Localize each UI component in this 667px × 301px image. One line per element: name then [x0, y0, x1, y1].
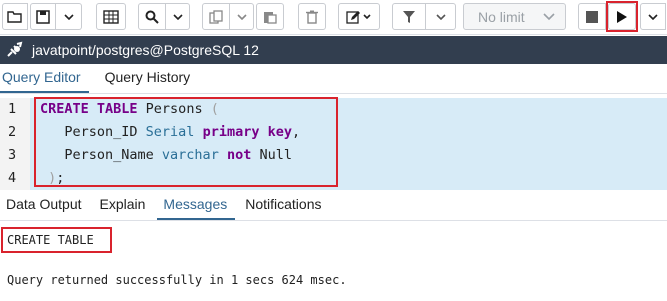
open-file-icon: [7, 10, 22, 23]
copy-button[interactable]: [202, 3, 230, 30]
stop-icon: [586, 10, 598, 23]
result-highlight-box: [1, 227, 112, 253]
paste-button[interactable]: [256, 3, 284, 30]
line-number: 2: [8, 124, 17, 140]
line-number: 3: [8, 147, 17, 163]
output-tabs: Data Output Explain Messages Notificatio…: [0, 193, 667, 221]
paste-icon: [264, 11, 277, 24]
open-file-button[interactable]: [2, 3, 28, 30]
connection-plug-icon: [4, 40, 26, 60]
connection-bar[interactable]: javatpoint/postgres@PostgreSQL 12: [0, 36, 667, 64]
stop-button[interactable]: [578, 3, 606, 30]
editor-tabs: Query Editor Query History: [0, 64, 667, 94]
find-button[interactable]: [138, 3, 166, 30]
copy-icon: [209, 9, 223, 24]
tab-query-history[interactable]: Query History: [103, 63, 199, 93]
chevron-down-icon: [172, 13, 183, 20]
chevron-down-icon: [236, 13, 247, 20]
query-toolbar: No limit: [0, 0, 667, 35]
line-number: 4: [8, 170, 17, 186]
tab-explain[interactable]: Explain: [94, 192, 154, 220]
filter-button[interactable]: [392, 3, 426, 30]
save-dropdown-button[interactable]: [56, 3, 82, 30]
chevron-down-icon: [63, 13, 74, 20]
filter-icon: [403, 10, 415, 23]
chevron-down-icon: [435, 13, 446, 20]
delete-button[interactable]: [298, 3, 326, 30]
edit-pencil-icon: [346, 10, 371, 24]
chevron-down-icon: [648, 13, 658, 20]
execute-highlight-box: [606, 1, 638, 32]
tab-notifications[interactable]: Notifications: [239, 192, 329, 220]
row-limit-value: No limit: [478, 8, 525, 25]
save-button[interactable]: [30, 3, 56, 30]
connection-label: javatpoint/postgres@PostgreSQL 12: [32, 42, 259, 58]
tab-query-editor[interactable]: Query Editor: [0, 63, 89, 93]
line-number: 1: [8, 101, 17, 117]
copy-dropdown-button[interactable]: [230, 3, 254, 30]
save-icon: [36, 9, 50, 24]
find-dropdown-button[interactable]: [166, 3, 190, 30]
sql-editor[interactable]: 1 CREATE TABLE Persons (2 Person_ID Seria…: [0, 97, 667, 190]
edit-button[interactable]: [338, 3, 380, 30]
chevron-down-icon: [543, 13, 555, 21]
message-status: Query returned successfully in 1 secs 62…: [7, 273, 347, 287]
row-limit-select[interactable]: No limit: [463, 3, 566, 30]
query-highlight-box: [34, 97, 338, 187]
tab-messages[interactable]: Messages: [157, 192, 236, 220]
trash-icon: [306, 10, 318, 24]
execute-options-button[interactable]: [640, 3, 666, 30]
tab-data-output[interactable]: Data Output: [0, 192, 90, 220]
edit-grid-icon: [103, 9, 119, 24]
edit-grid-button[interactable]: [96, 3, 126, 30]
filter-dropdown-button[interactable]: [426, 3, 456, 30]
find-icon: [145, 10, 159, 24]
